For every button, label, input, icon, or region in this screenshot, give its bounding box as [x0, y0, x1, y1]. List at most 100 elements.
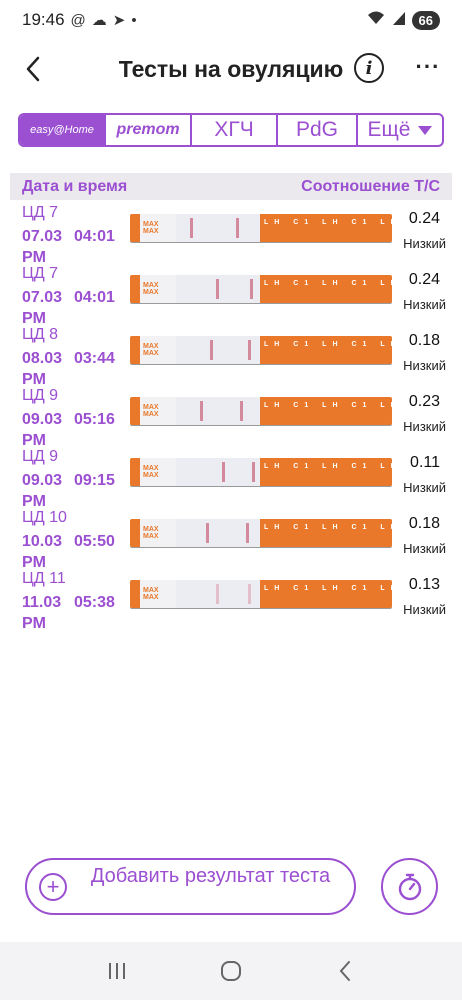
test-strip-image: MAXMAX LH C1 LH C1 LH C1 LH C1 LH — [130, 458, 392, 486]
info-icon: i — [365, 57, 373, 79]
cycle-day: ЦД 9 — [22, 448, 59, 465]
time: 03:44 — [74, 350, 115, 367]
tab-pdg[interactable]: PdG — [278, 115, 358, 145]
time: 05:16 — [74, 411, 115, 428]
date: 10.03 — [22, 533, 63, 550]
recent-apps-icon — [109, 963, 125, 979]
ampm: PM — [22, 615, 46, 632]
level-label: Низкий — [403, 297, 446, 312]
more-options-button[interactable]: ··· — [412, 52, 444, 82]
wifi-icon — [366, 10, 386, 31]
time: 04:01 — [74, 228, 115, 245]
system-back-button[interactable] — [325, 951, 365, 991]
more-dots-icon: ··· — [415, 54, 441, 79]
table-row[interactable]: ЦД 11 11.03 05:38 PM MAX MAX LH C1 LH C1 L… — [0, 566, 462, 632]
strip-pattern: LH C1 LH C1 LH C1 LH C1 LH — [264, 463, 392, 470]
level-label: Низкий — [403, 236, 446, 251]
column-header-ratio: Соотношение Т/С — [301, 177, 440, 195]
tab-premom[interactable]: premom — [106, 115, 192, 145]
info-button[interactable]: i — [354, 53, 384, 83]
max-label: MAX — [143, 350, 159, 357]
strip-body: LH C1 LH C1 LH C1 LH C1 LH — [260, 580, 392, 608]
timer-button[interactable] — [381, 858, 438, 915]
recent-apps-button[interactable] — [97, 951, 137, 991]
table-row[interactable]: ЦД 7 07.0304:01 PM MAXMAX LH C1 LH C1 LH… — [0, 200, 462, 266]
strip-handle: MAX MAX — [130, 397, 176, 425]
tab-label: premom — [116, 121, 180, 138]
tab-label: PdG — [295, 118, 339, 141]
ratio-value: 0.24 — [408, 271, 440, 288]
max-label: MAX — [143, 221, 159, 228]
level-label: Низкий — [403, 602, 446, 617]
table-row[interactable]: ЦД 8 08.0303:44 PM MAXMAX LH C1 LH C1 LH… — [0, 322, 462, 388]
page-title: Тесты на овуляцию — [118, 56, 344, 82]
strip-body: LH C1 LH C1 LH C1 LH C1 LH — [260, 458, 392, 486]
strip-body: LH C1 LH C1 LH C1 LH C1 LH — [260, 275, 392, 303]
chevron-down-icon — [418, 125, 433, 135]
ratio-value: 0.18 — [408, 515, 440, 532]
signal-icon — [392, 10, 406, 31]
test-strip-image: MAXMAX LH C1 LH C1 LH C1 LH C1 LH — [130, 397, 392, 425]
ratio-value: 0.13 — [408, 576, 440, 593]
ratio-value: 0.11 — [410, 454, 440, 471]
tab-hcg[interactable]: ХГЧ — [192, 115, 278, 145]
max-label: MAX — [143, 228, 159, 235]
strip-body: LH C1 LH C1 LH C1 LH C1 LH — [260, 397, 392, 425]
strip-handle: MAX MAX — [130, 275, 176, 303]
tab-easy-home[interactable]: easy@Home — [20, 115, 106, 145]
level-label: Низкий — [403, 358, 446, 373]
status-right: 66 — [366, 10, 440, 31]
back-button[interactable] — [18, 52, 48, 86]
strip-pattern: LH C1 LH C1 LH C1 LH C1 LH — [264, 219, 392, 226]
back-icon — [339, 961, 350, 981]
strip-window — [176, 214, 260, 242]
table-row[interactable]: ЦД 7 07.0304:01 PM MAXMAX LH C1 LH C1 LH… — [0, 261, 462, 327]
column-header-date: Дата и время — [22, 177, 128, 195]
strip-window — [176, 397, 260, 425]
table-row[interactable]: ЦД 10 10.03 05:50 PM MAX MAX LH C1 LH C1 L… — [0, 505, 462, 571]
max-label: MAX — [143, 594, 159, 601]
table-row[interactable]: ЦД 9 09.0309:15 PM MAXMAX LH C1 LH C1 LH… — [0, 444, 462, 510]
strip-pattern: LH C1 LH C1 LH C1 LH C1 LH — [264, 524, 392, 531]
plus-circle-icon: + — [39, 873, 67, 901]
strip-body: LH C1 LH C1 LH C1 LH C1 LH — [260, 214, 392, 242]
home-button[interactable] — [211, 951, 251, 991]
test-strip-image: MAXMAX LH C1 LH C1 LH C1 LH C1 LH — [130, 336, 392, 364]
ratio-value: 0.24 — [408, 210, 440, 227]
strip-body: LH C1 LH C1 LH C1 LH C1 LH — [260, 519, 392, 547]
max-label: MAX — [143, 343, 159, 350]
strip-body: LH C1 LH C1 LH C1 LH C1 LH — [260, 336, 392, 364]
level-label: Низкий — [403, 541, 446, 556]
date: 09.03 — [22, 411, 63, 428]
date: 11.03 — [22, 594, 62, 611]
table-header: Дата и время Соотношение Т/С — [10, 173, 452, 200]
status-left: 19:46 @ ☁ ➤ • — [22, 10, 137, 30]
brand-tabs: easy@Home premom ХГЧ PdG Ещё — [18, 113, 444, 147]
strip-pattern: LH C1 LH C1 LH C1 LH C1 LH — [264, 341, 392, 348]
test-strip-image: MAXMAX LH C1 LH C1 LH C1 LH C1 LH — [130, 275, 392, 303]
battery-icon: 66 — [411, 10, 440, 30]
date: 08.03 — [22, 350, 63, 367]
strip-window — [176, 336, 260, 364]
tab-more-dropdown[interactable]: Ещё — [358, 115, 442, 145]
max-label: MAX — [143, 411, 159, 418]
add-result-label: Добавить результат теста — [90, 865, 331, 887]
cycle-day: ЦД 9 — [22, 387, 59, 404]
strip-window — [176, 519, 260, 547]
test-strip-image: MAXMAX LH C1 LH C1 LH C1 LH C1 LH — [130, 519, 392, 547]
tab-label: easy@Home — [30, 124, 94, 136]
max-label: MAX — [143, 289, 159, 296]
system-nav-bar — [0, 942, 462, 1000]
strip-window — [176, 458, 260, 486]
status-time: 19:46 — [22, 10, 65, 29]
tab-label: ХГЧ — [214, 118, 254, 141]
time: 05:50 — [74, 533, 115, 550]
time: 05:38 — [74, 594, 115, 611]
dot-icon: • — [131, 11, 137, 29]
time: 04:01 — [74, 289, 115, 306]
table-row[interactable]: ЦД 9 09.0305:16 PM MAXMAX LH C1 LH C1 LH… — [0, 383, 462, 449]
level-label: Низкий — [403, 480, 446, 495]
add-result-button[interactable]: + Добавить результат теста — [25, 858, 356, 915]
max-label: MAX — [143, 526, 159, 533]
strip-handle: MAX MAX — [130, 519, 176, 547]
